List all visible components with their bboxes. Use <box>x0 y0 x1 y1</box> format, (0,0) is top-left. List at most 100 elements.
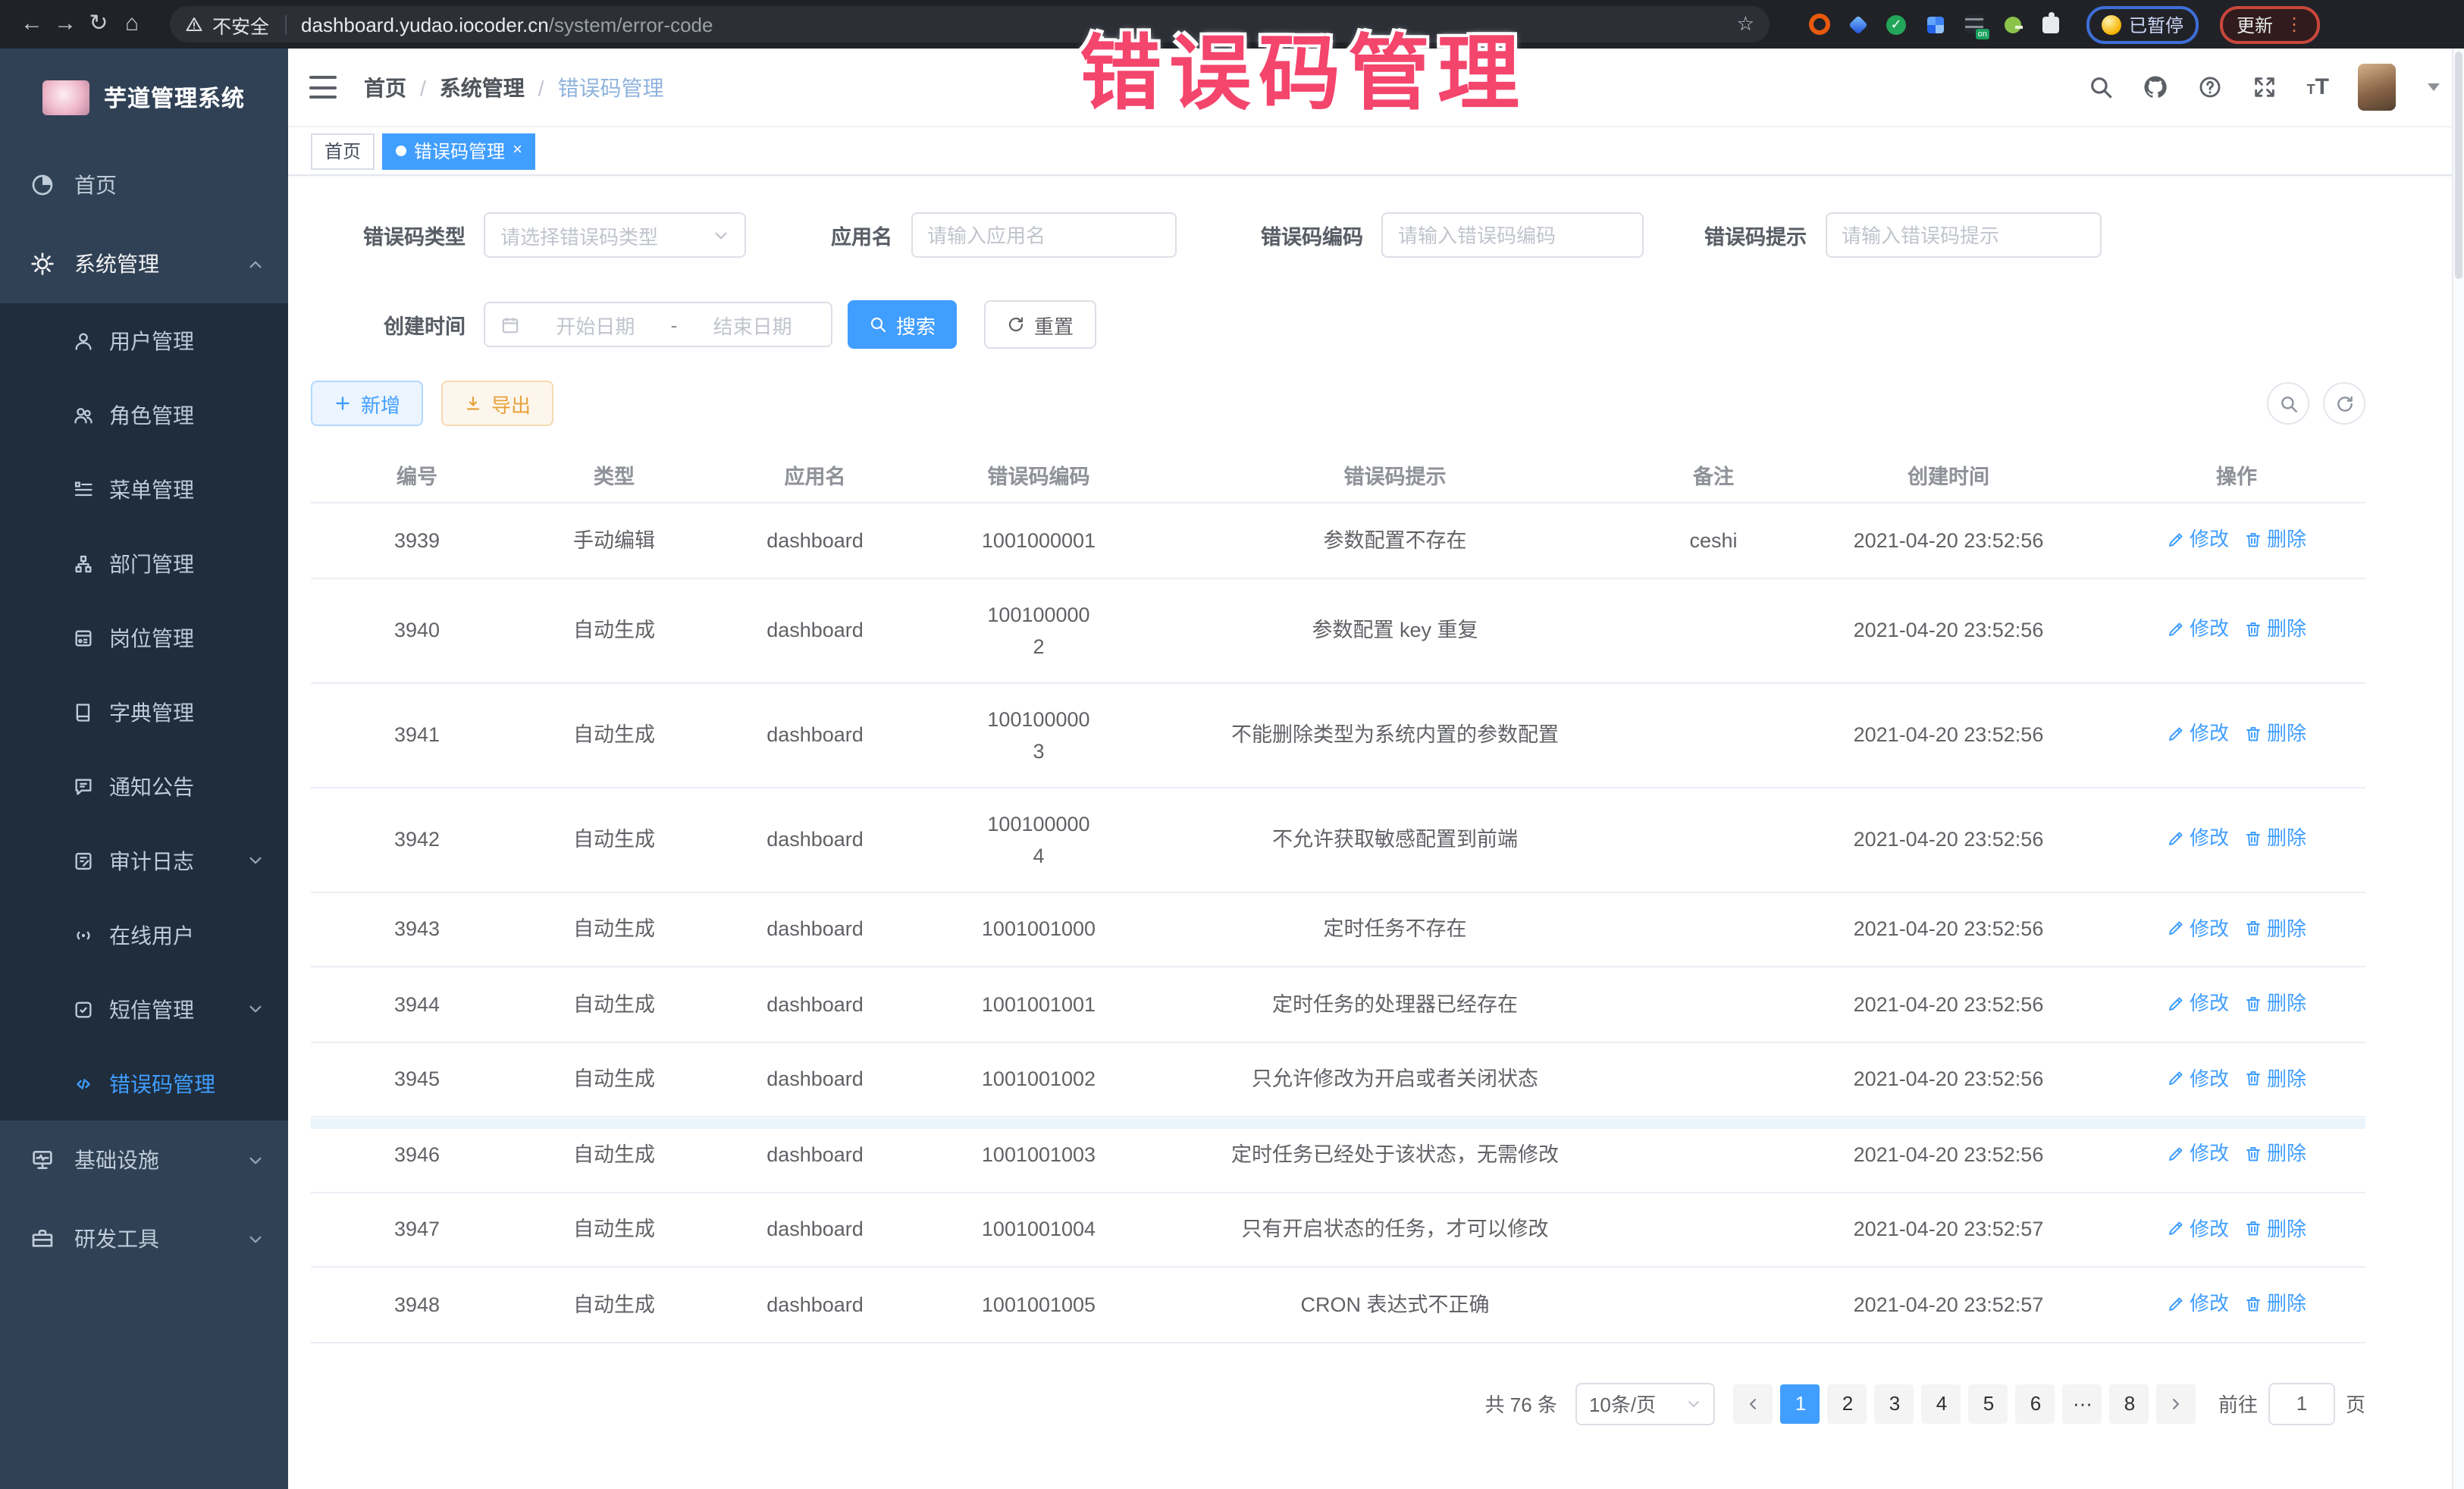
profile-paused-chip[interactable]: 已暂停 <box>2086 5 2199 43</box>
delete-link[interactable]: 删除 <box>2244 523 2306 555</box>
edit-link[interactable]: 修改 <box>2167 718 2229 750</box>
delete-link[interactable]: 删除 <box>2244 823 2306 854</box>
page-button-···[interactable]: ··· <box>2063 1384 2102 1423</box>
delete-link[interactable]: 删除 <box>2244 912 2306 944</box>
edit-label: 修改 <box>2190 1137 2229 1169</box>
edit-link[interactable]: 修改 <box>2167 523 2229 555</box>
breadcrumb-item[interactable]: 首页 <box>364 72 406 102</box>
delete-link[interactable]: 删除 <box>2244 987 2306 1019</box>
refresh-table-button[interactable] <box>2323 382 2365 425</box>
security-label[interactable]: 不安全 <box>212 10 269 39</box>
cell-type: 自动生成 <box>523 1192 705 1267</box>
blue-gem-extension-icon[interactable] <box>1848 14 1867 33</box>
dark-list-extension-icon[interactable]: on <box>1965 15 1983 33</box>
date-range-picker[interactable]: 开始日期 - 结束日期 <box>484 302 832 347</box>
goto-page-input[interactable] <box>2268 1382 2335 1425</box>
sidebar-item-部门管理[interactable]: 部门管理 <box>0 526 288 600</box>
page-button-5[interactable]: 5 <box>1969 1384 2008 1423</box>
sidebar-item-系统管理[interactable]: 系统管理 <box>0 224 288 303</box>
edit-link[interactable]: 修改 <box>2167 1062 2229 1094</box>
sidebar-item-label: 岗位管理 <box>109 622 194 653</box>
sidebar-item-字典管理[interactable]: 字典管理 <box>0 675 288 749</box>
error-type-select[interactable]: 请选择错误码类型 <box>484 212 746 258</box>
kebab-menu-icon[interactable]: ⋮ <box>2285 17 2303 32</box>
sidebar-item-岗位管理[interactable]: 岗位管理 <box>0 600 288 675</box>
sidebar-item-基础设施[interactable]: 基础设施 <box>0 1121 288 1199</box>
edit-link[interactable]: 修改 <box>2167 912 2229 944</box>
delete-link[interactable]: 删除 <box>2244 1287 2306 1319</box>
help-icon[interactable] <box>2198 74 2224 100</box>
sidebar-item-首页[interactable]: 首页 <box>0 146 288 224</box>
sidebar-item-角色管理[interactable]: 角色管理 <box>0 378 288 452</box>
export-button[interactable]: 导出 <box>441 381 553 426</box>
edit-link[interactable]: 修改 <box>2167 1137 2229 1169</box>
sidebar-item-通知公告[interactable]: 通知公告 <box>0 749 288 823</box>
edit-link[interactable]: 修改 <box>2167 1212 2229 1244</box>
page-button-2[interactable]: 2 <box>1828 1384 1867 1423</box>
page-button-4[interactable]: 4 <box>1922 1384 1961 1423</box>
edit-link[interactable]: 修改 <box>2167 613 2229 645</box>
github-icon[interactable] <box>2143 74 2169 100</box>
app-name-input[interactable] <box>911 212 1176 258</box>
prev-page-button[interactable] <box>1734 1384 1773 1423</box>
address-bar[interactable]: 不安全 dashboard.yudao.iocoder.cn/system/er… <box>170 6 1770 42</box>
scrollbar[interactable] <box>2452 49 2464 1489</box>
trash-icon <box>2244 620 2262 638</box>
delete-link[interactable]: 删除 <box>2244 1137 2306 1169</box>
search-button[interactable]: 搜索 <box>848 300 957 349</box>
app-logo[interactable]: 芋道管理系统 <box>0 49 288 146</box>
browser-toolbar: ← → ↻ ⌂ 不安全 dashboard.yudao.iocoder.cn/s… <box>0 0 2464 49</box>
sidebar-item-用户管理[interactable]: 用户管理 <box>0 303 288 378</box>
toggle-search-button[interactable] <box>2267 382 2309 425</box>
delete-link[interactable]: 删除 <box>2244 1062 2306 1094</box>
sidebar-item-在线用户[interactable]: 在线用户 <box>0 898 288 972</box>
edit-link[interactable]: 修改 <box>2167 987 2229 1019</box>
close-icon[interactable]: × <box>513 143 522 159</box>
edit-link[interactable]: 修改 <box>2167 1287 2229 1319</box>
orange-ring-extension-icon[interactable] <box>1809 14 1830 35</box>
forward-icon[interactable]: → <box>49 0 82 49</box>
blue-grid-extension-icon[interactable] <box>1927 16 1944 33</box>
error-code-input[interactable] <box>1381 212 1644 258</box>
fullscreen-icon[interactable] <box>2252 74 2278 100</box>
breadcrumb-item[interactable]: 系统管理 <box>440 72 525 102</box>
cell-time: 2021-04-20 23:52:57 <box>1789 1267 2108 1342</box>
tag-错误码管理[interactable]: 错误码管理× <box>382 133 536 169</box>
delete-link[interactable]: 删除 <box>2244 718 2306 750</box>
hamburger-icon[interactable] <box>309 76 337 99</box>
reload-icon[interactable]: ↻ <box>82 0 115 49</box>
page-button-3[interactable]: 3 <box>1875 1384 1914 1423</box>
cell-time: 2021-04-20 23:52:56 <box>1789 787 2108 892</box>
sidebar-item-菜单管理[interactable]: 菜单管理 <box>0 452 288 526</box>
caret-down-icon[interactable] <box>2428 83 2440 91</box>
green-check-extension-icon[interactable]: ✓ <box>1886 14 1906 34</box>
scrollbar-thumb[interactable] <box>2455 52 2462 279</box>
search-icon[interactable] <box>2089 74 2114 100</box>
delete-link[interactable]: 删除 <box>2244 613 2306 645</box>
error-hint-input[interactable] <box>1825 212 2101 258</box>
puzzle-extension-icon[interactable] <box>2042 16 2059 33</box>
delete-link[interactable]: 删除 <box>2244 1212 2306 1244</box>
avatar[interactable] <box>2358 64 2396 111</box>
sidebar-item-短信管理[interactable]: 短信管理 <box>0 972 288 1046</box>
edit-link[interactable]: 修改 <box>2167 823 2229 854</box>
page-button-1[interactable]: 1 <box>1781 1384 1820 1423</box>
page-size-select[interactable]: 10条/页 <box>1575 1382 1715 1425</box>
sidebar-item-审计日志[interactable]: 审计日志 <box>0 823 288 898</box>
cell-actions: 修改删除 <box>2108 1117 2365 1192</box>
green-key-extension-icon[interactable] <box>2005 16 2021 33</box>
home-icon[interactable]: ⌂ <box>115 0 149 49</box>
page-button-6[interactable]: 6 <box>2016 1384 2055 1423</box>
reset-button[interactable]: 重置 <box>984 300 1096 349</box>
next-page-button[interactable] <box>2157 1384 2196 1423</box>
page-button-8[interactable]: 8 <box>2110 1384 2149 1423</box>
sidebar-item-错误码管理[interactable]: 错误码管理 <box>0 1046 288 1121</box>
browser-update-button[interactable]: 更新 ⋮ <box>2220 5 2320 43</box>
bookmark-star-icon[interactable]: ☆ <box>1737 12 1754 36</box>
tag-首页[interactable]: 首页 <box>311 133 375 169</box>
back-icon[interactable]: ← <box>15 0 49 49</box>
add-button[interactable]: 新增 <box>311 381 423 426</box>
font-size-icon[interactable]: TT <box>2307 76 2329 99</box>
delete-label: 删除 <box>2267 1062 2306 1094</box>
sidebar-item-研发工具[interactable]: 研发工具 <box>0 1199 288 1278</box>
